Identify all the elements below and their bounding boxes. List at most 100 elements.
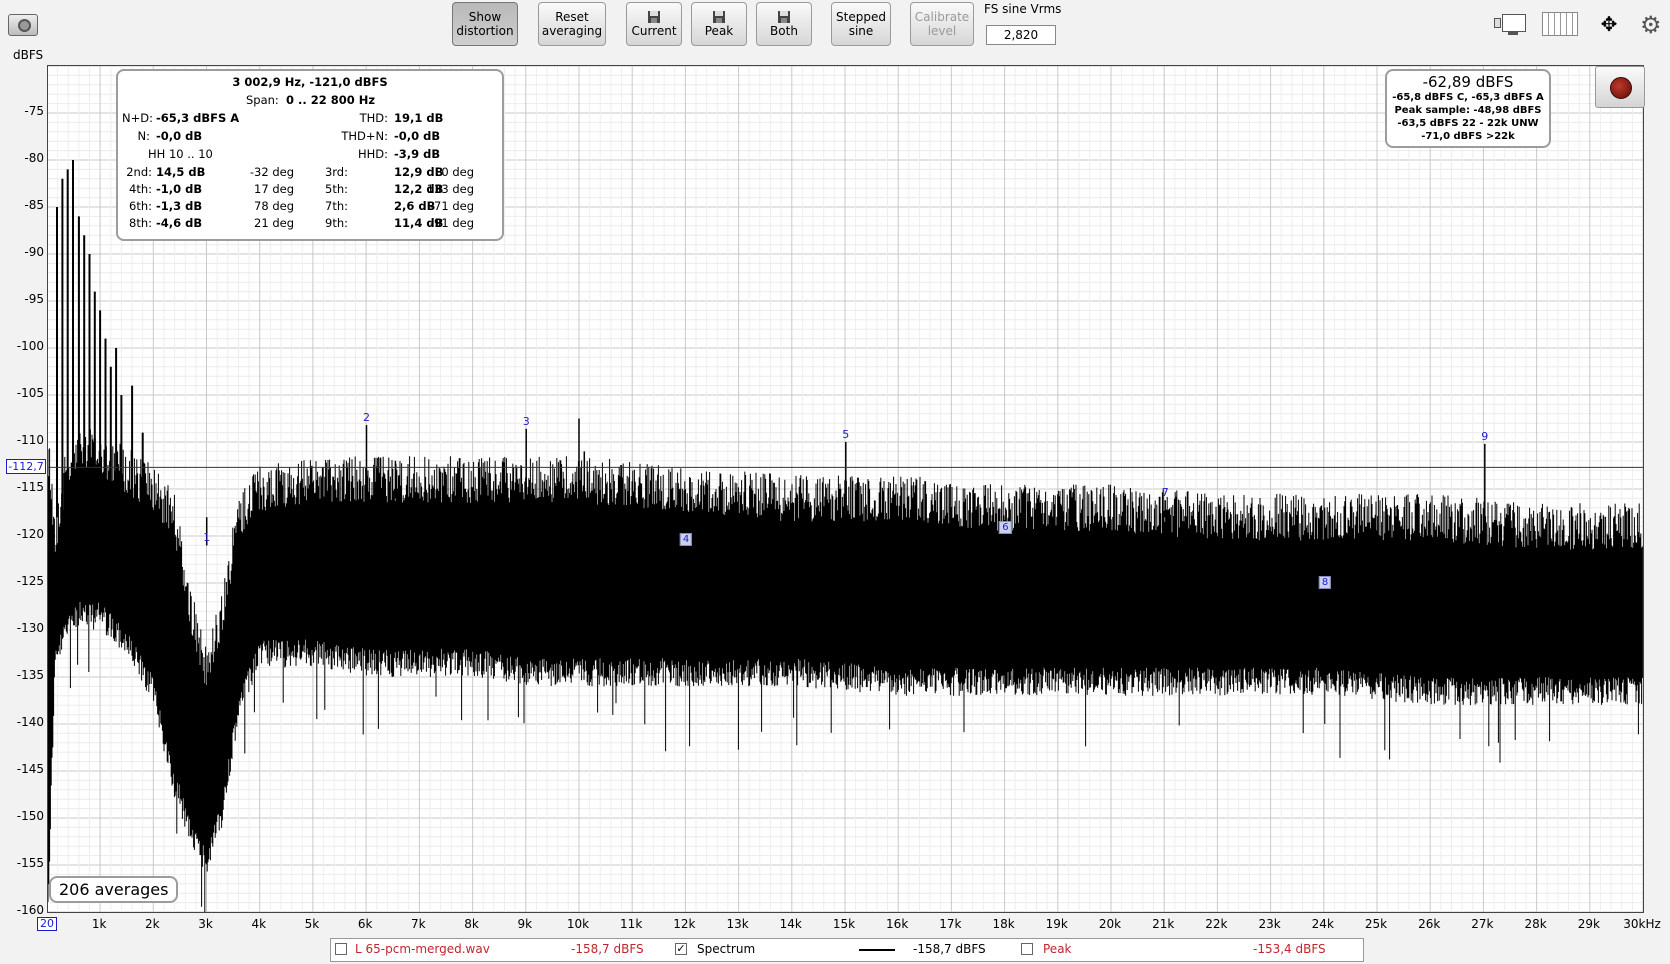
x-tick-label: 16k bbox=[886, 917, 909, 931]
x-tick-label: 1k bbox=[91, 917, 107, 931]
harmonic-phase: -32 deg bbox=[249, 165, 294, 179]
span-value: 0 .. 22 800 Hz bbox=[286, 93, 376, 107]
both-label: Both bbox=[770, 24, 798, 38]
nd-label: N+D: bbox=[122, 111, 153, 125]
y-tick-label: -85 bbox=[24, 198, 44, 212]
harmonic-marker-6: 6 bbox=[999, 520, 1012, 534]
gear-icon[interactable]: ⚙ bbox=[1640, 12, 1666, 38]
peak-checkbox[interactable] bbox=[1021, 943, 1033, 955]
harmonic-label: 6th: bbox=[129, 199, 152, 213]
y-tick-label: -75 bbox=[24, 104, 44, 118]
fs-sine-input[interactable] bbox=[986, 25, 1056, 45]
harmonic-label: 3rd: bbox=[324, 165, 348, 179]
show-distortion-label-2: distortion bbox=[456, 24, 514, 38]
x-tick-label: 12k bbox=[673, 917, 696, 931]
move-arrows-icon[interactable]: ✥ bbox=[1592, 12, 1626, 36]
stepped-sine-label-1: Stepped bbox=[836, 10, 886, 24]
n-label: N: bbox=[137, 129, 150, 143]
show-distortion-label-1: Show bbox=[468, 10, 502, 24]
save-current-button[interactable]: Current bbox=[626, 2, 682, 46]
save-both-button[interactable]: Both bbox=[756, 2, 812, 46]
nd-value: -65,3 dBFS A bbox=[156, 111, 240, 125]
harmonic-marker-1: 1 bbox=[203, 531, 211, 545]
y-tick-label: -150 bbox=[16, 809, 44, 823]
x-tick-label: 29k bbox=[1577, 917, 1600, 931]
x-tick-label: 14k bbox=[779, 917, 802, 931]
fundamental-readout: 3 002,9 Hz, -121,0 dBFS bbox=[232, 75, 388, 89]
thd-label: THD: bbox=[359, 111, 388, 125]
y-tick-label: -120 bbox=[16, 527, 44, 541]
level-unweighted: -63,5 dBFS 22 - 22k UNW bbox=[1397, 118, 1539, 129]
hhd-value: -3,9 dB bbox=[394, 147, 441, 161]
level-weighted: -65,8 dBFS C, -65,3 dBFS A bbox=[1392, 92, 1544, 103]
harmonic-phase: 0 deg bbox=[441, 165, 474, 179]
harmonic-phase: 133 deg bbox=[426, 182, 474, 196]
y-tick-label: -115 bbox=[16, 480, 44, 494]
x-tick-label: 20k bbox=[1098, 917, 1122, 931]
x-tick-label: 24k bbox=[1311, 917, 1334, 931]
y-tick-label: -110 bbox=[16, 433, 44, 447]
calibrate-level-button[interactable]: Calibrate level bbox=[910, 2, 974, 46]
record-button[interactable] bbox=[1595, 66, 1645, 108]
harmonic-marker-7: 7 bbox=[1161, 486, 1169, 500]
x-tick-label: 26k bbox=[1418, 917, 1441, 931]
harmonic-value: 14,5 dB bbox=[156, 165, 206, 179]
reset-averaging-label-1: Reset bbox=[555, 10, 589, 24]
y-tick-label: -125 bbox=[16, 574, 44, 588]
x-tick-label: 5k bbox=[304, 917, 320, 931]
spectrum-plot[interactable]: 3 002,9 Hz, -121,0 dBFS Span: 0 .. 22 80… bbox=[47, 65, 1645, 913]
x-tick-label: 30kHz bbox=[1623, 917, 1661, 931]
thdn-value: -0,0 dB bbox=[394, 129, 441, 143]
harmonic-marker-2: 2 bbox=[362, 411, 370, 425]
harmonic-marker-8: 8 bbox=[1318, 576, 1332, 590]
x-tick-label: 17k bbox=[939, 917, 962, 931]
hh-range-label: HH 10 .. 10 bbox=[148, 147, 213, 161]
x-tick-label: 15k bbox=[832, 917, 856, 931]
record-icon bbox=[1610, 77, 1632, 99]
show-distortion-button[interactable]: Show distortion bbox=[452, 2, 518, 46]
harmonic-label: 7th: bbox=[325, 199, 348, 213]
spectrum-checkbox[interactable]: ✓ bbox=[675, 943, 687, 955]
file-value: -158,7 dBFS bbox=[571, 942, 644, 956]
peak-label: Peak bbox=[704, 24, 734, 38]
legend-bar: L 65-pcm-merged.wav -158,7 dBFS ✓ Spectr… bbox=[330, 938, 1364, 962]
harmonic-label: 2nd: bbox=[126, 165, 152, 179]
x-tick-label: 18k bbox=[992, 917, 1015, 931]
x-tick-label: 13k bbox=[726, 917, 749, 931]
layout-toggle-icon[interactable] bbox=[1494, 12, 1526, 35]
calibrate-level-label-1: Calibrate bbox=[914, 10, 970, 24]
stepped-sine-label-2: sine bbox=[848, 24, 874, 38]
harmonic-value: -4,6 dB bbox=[156, 216, 203, 230]
save-peak-button[interactable]: Peak bbox=[691, 2, 747, 46]
harmonic-phase: 17 deg bbox=[254, 182, 294, 196]
file-name: L 65-pcm-merged.wav bbox=[355, 942, 490, 956]
reset-averaging-button[interactable]: Reset averaging bbox=[538, 2, 606, 46]
peak-value: -153,4 dBFS bbox=[1253, 942, 1326, 956]
averages-badge: 206 averages bbox=[49, 876, 179, 903]
harmonic-phase: 21 deg bbox=[254, 216, 294, 230]
harmonic-label: 5th: bbox=[325, 182, 348, 196]
camera-icon[interactable] bbox=[8, 14, 38, 36]
y-tick-label: -105 bbox=[16, 386, 44, 400]
cursor-level-label[interactable]: -112,7 bbox=[6, 459, 46, 475]
file-checkbox[interactable] bbox=[335, 943, 347, 955]
y-tick-label: -135 bbox=[16, 668, 44, 682]
x-tick-label: 7k bbox=[411, 917, 426, 931]
y-tick-label: -130 bbox=[16, 621, 44, 635]
x-tick-label: 23k bbox=[1258, 917, 1281, 931]
x-tick-label: 2k bbox=[145, 917, 160, 931]
y-tick-label: -90 bbox=[24, 245, 44, 259]
stepped-sine-button[interactable]: Stepped sine bbox=[831, 2, 891, 46]
harmonic-value: -1,3 dB bbox=[156, 199, 203, 213]
distortion-info-panel: 3 002,9 Hz, -121,0 dBFS Span: 0 .. 22 80… bbox=[116, 69, 504, 241]
peak-label: Peak bbox=[1043, 942, 1072, 956]
level-main: -62,89 dBFS bbox=[1422, 73, 1514, 91]
harmonic-phase: -71 deg bbox=[429, 199, 474, 213]
current-label: Current bbox=[631, 24, 677, 38]
y-axis-title: dBFS bbox=[13, 48, 44, 62]
columns-icon[interactable] bbox=[1542, 12, 1578, 36]
hhd-label: HHD: bbox=[357, 147, 388, 161]
harmonic-phase: 78 deg bbox=[254, 199, 294, 213]
x-tick-label: 21k bbox=[1152, 917, 1175, 931]
spectrum-line-swatch bbox=[859, 949, 895, 951]
